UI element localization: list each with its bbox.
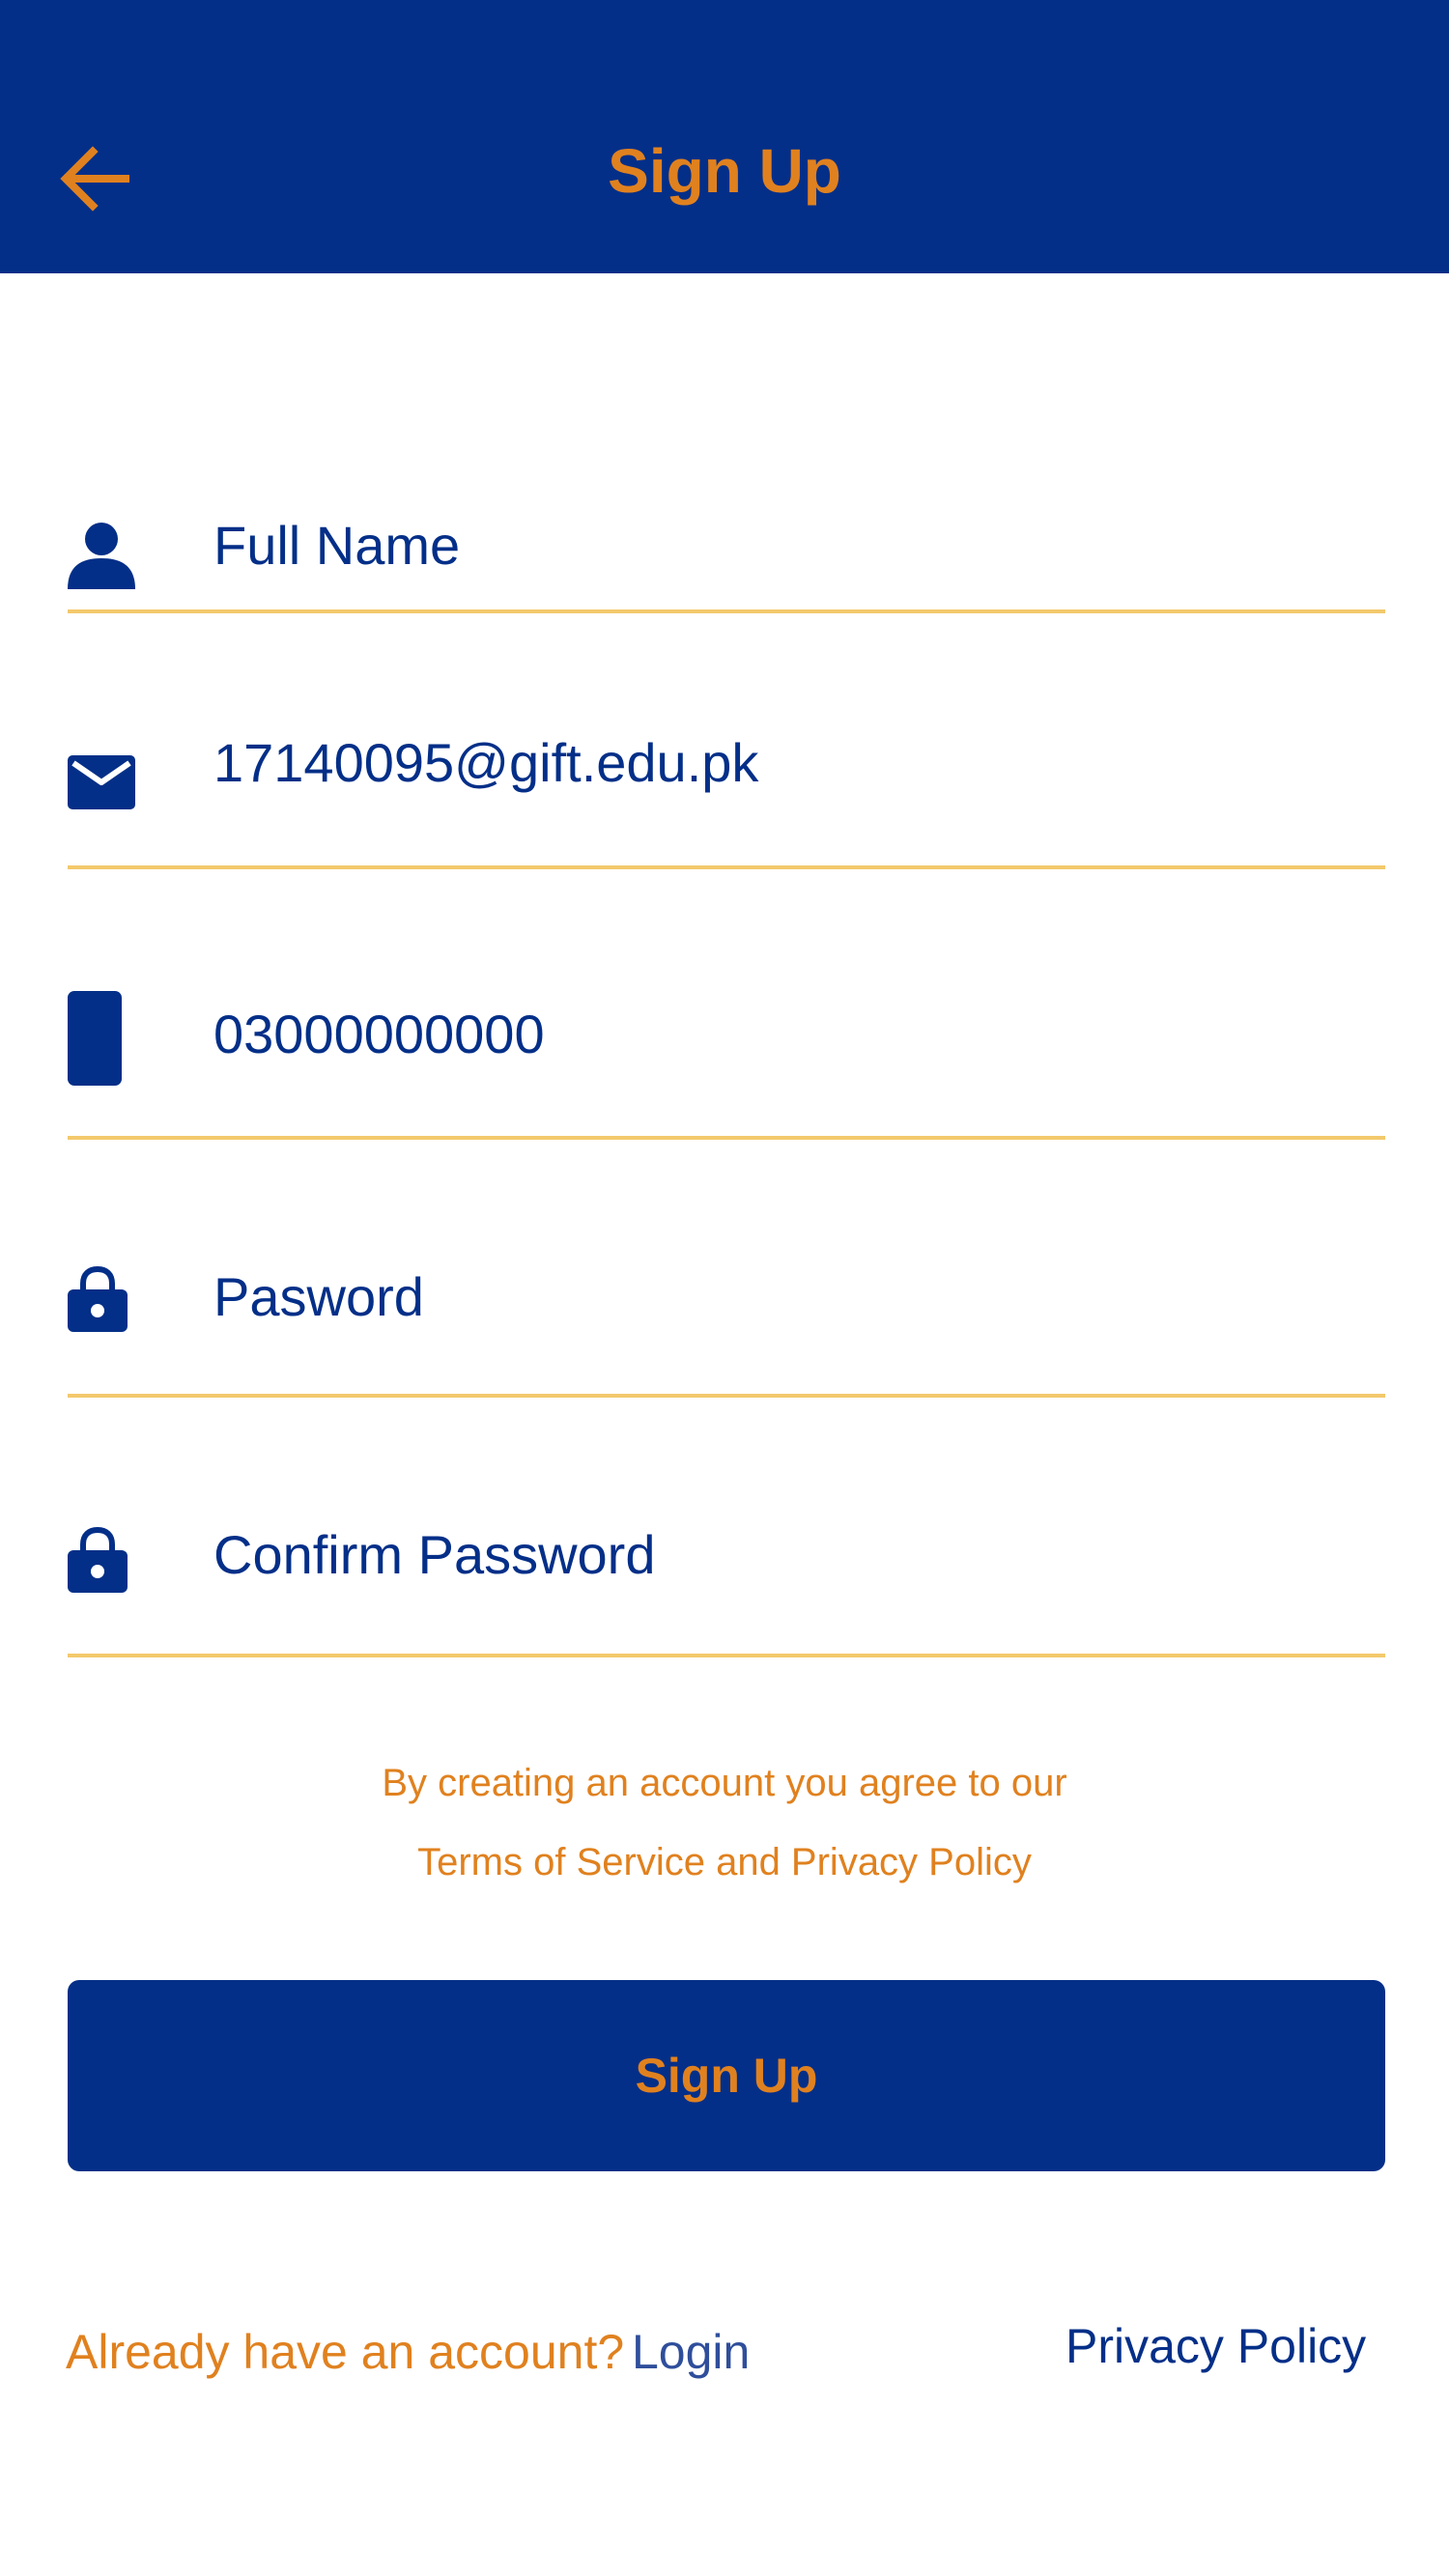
email-input[interactable] [213, 724, 1385, 802]
app-bar: Sign Up [0, 0, 1449, 273]
field-underline [68, 865, 1385, 869]
person-icon [68, 507, 135, 604]
terms-link[interactable]: Terms of Service and Privacy Policy [0, 1835, 1449, 1889]
field-underline [68, 1654, 1385, 1657]
email-field [68, 715, 1385, 869]
mail-icon [68, 734, 135, 831]
lock-icon [68, 1256, 135, 1343]
login-link[interactable]: Login [632, 2318, 750, 2386]
phone-icon [68, 990, 135, 1087]
confirm-password-field [68, 1494, 1385, 1657]
phone-input[interactable] [213, 996, 1385, 1073]
field-underline [68, 609, 1385, 613]
already-have-account-text: Already have an account? [66, 2325, 625, 2379]
phone-field [68, 966, 1385, 1140]
signup-button[interactable]: Sign Up [68, 1980, 1385, 2171]
full-name-field [68, 497, 1385, 613]
password-input[interactable] [213, 1259, 1385, 1336]
full-name-input[interactable] [213, 507, 1385, 584]
password-field [68, 1236, 1385, 1398]
page-title: Sign Up [608, 136, 841, 206]
field-underline [68, 1394, 1385, 1398]
arrow-back-icon [56, 140, 133, 217]
field-underline [68, 1136, 1385, 1140]
back-button[interactable] [56, 140, 133, 217]
lock-icon [68, 1516, 135, 1603]
privacy-policy-link[interactable]: Privacy Policy [1065, 2312, 1366, 2380]
agreement-text: By creating an account you agree to our [382, 1762, 1067, 1804]
confirm-password-input[interactable] [213, 1516, 1385, 1594]
